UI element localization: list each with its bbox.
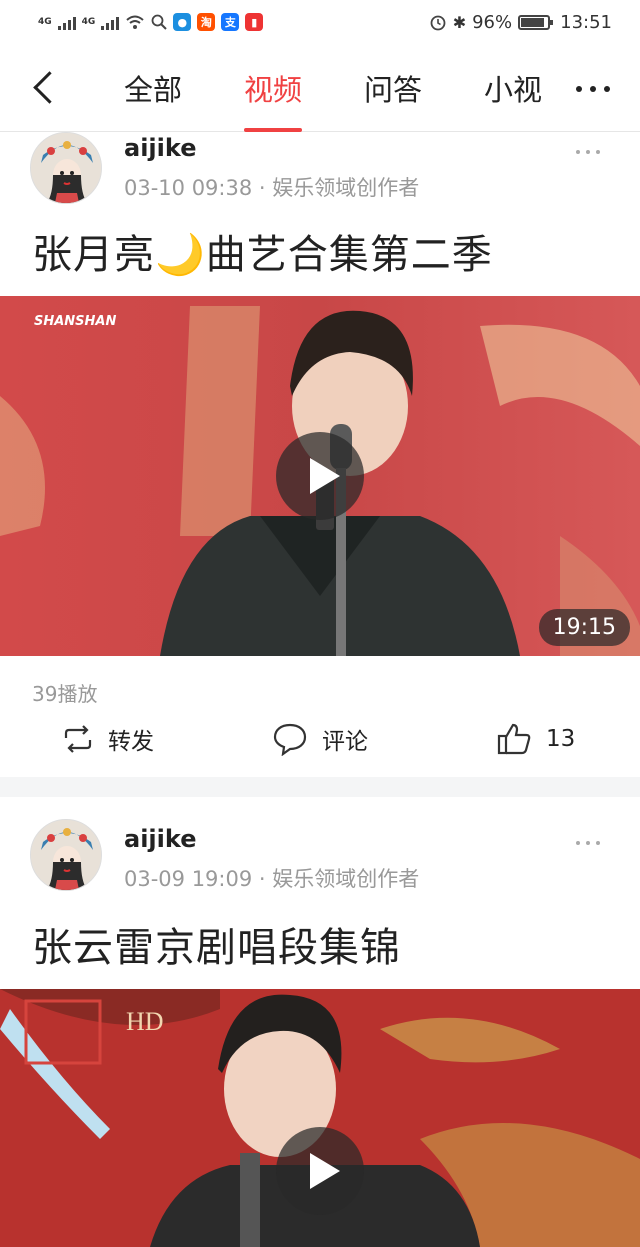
post-more-icon[interactable] — [576, 841, 600, 845]
share-icon — [64, 725, 92, 753]
video-watermark: SHANSHAN — [34, 314, 117, 329]
back-chevron-icon[interactable] — [24, 66, 64, 110]
tab-all[interactable]: 全部 — [124, 44, 182, 132]
tab-short-video[interactable]: 小视 — [484, 44, 542, 132]
tab-qa[interactable]: 问答 — [364, 44, 422, 132]
comment-button[interactable]: 评论 — [272, 722, 368, 756]
play-count: 39播放 — [32, 682, 98, 706]
share-button[interactable]: 转发 — [62, 722, 154, 756]
alipay-app-icon: 支 — [221, 13, 240, 31]
post-date: 03-09 19:09 — [124, 867, 253, 891]
thumbs-up-icon — [497, 723, 531, 755]
taobao-app-icon: 淘 — [197, 13, 216, 31]
post-meta: 03-10 09:38 · 娱乐领域创作者 — [124, 172, 419, 202]
post-meta: 03-09 19:09 · 娱乐领域创作者 — [124, 863, 419, 893]
post-date: 03-10 09:38 — [124, 176, 253, 200]
battery-percent: 96% — [472, 11, 513, 33]
more-options-icon[interactable] — [576, 86, 610, 92]
post-header: aijike 03-09 19:09 · 娱乐领域创作者 — [0, 797, 640, 891]
book-app-icon: ▮ — [245, 13, 264, 31]
play-icon[interactable] — [276, 1127, 364, 1215]
post-title[interactable]: 张云雷京剧唱段集锦 — [32, 915, 401, 973]
comment-label: 评论 — [322, 729, 368, 755]
post-title[interactable]: 张月亮🌙曲艺合集第二季 — [32, 222, 493, 280]
comment-icon — [273, 723, 307, 756]
creator-role: 娱乐领域创作者 — [272, 176, 420, 200]
like-button[interactable]: 13 — [496, 722, 575, 756]
share-label: 转发 — [108, 729, 154, 755]
post-header: aijike 03-10 09:38 · 娱乐领域创作者 — [0, 132, 640, 222]
creator-role: 娱乐领域创作者 — [272, 867, 420, 891]
username[interactable]: aijike — [124, 825, 196, 853]
meta-separator: · — [252, 867, 273, 891]
avatar[interactable] — [30, 132, 102, 204]
post-actions: 转发 评论 13 — [0, 712, 640, 772]
tab-video[interactable]: 视频 — [244, 44, 303, 132]
video-thumbnail[interactable]: HD — [0, 989, 640, 1247]
username[interactable]: aijike — [124, 134, 196, 162]
wifi-icon — [126, 15, 144, 29]
feed-card: aijike 03-09 19:09 · 娱乐领域创作者 张云雷京剧唱段集锦 H… — [0, 797, 640, 1247]
video-duration: 19:15 — [538, 609, 630, 646]
play-icon[interactable] — [276, 432, 364, 520]
video-thumbnail[interactable]: SHANSHAN 19:15 — [0, 296, 640, 656]
qq-app-icon: ● — [173, 13, 192, 31]
search-icon — [151, 14, 168, 30]
status-bar: 4G 4G ● 淘 支 ▮ ✱ 96% 13:51 — [0, 0, 640, 44]
clock: 13:51 — [560, 11, 612, 33]
avatar[interactable] — [30, 819, 102, 891]
signal-icon — [57, 14, 76, 30]
battery-icon — [518, 14, 554, 30]
signal-icon-2 — [101, 14, 120, 30]
like-count: 13 — [546, 726, 576, 752]
feed-card: aijike 03-10 09:38 · 娱乐领域创作者 张月亮🌙曲艺合集第二季… — [0, 132, 640, 777]
network-label-2: 4G — [81, 17, 96, 27]
top-nav: 全部 视频 问答 小视 — [0, 44, 640, 132]
post-more-icon[interactable] — [576, 150, 600, 154]
bluetooth-icon: ✱ — [452, 12, 467, 32]
network-label-1: 4G — [38, 17, 52, 27]
video-watermark: HD — [126, 1007, 164, 1036]
category-tabs: 全部 视频 问答 小视 — [124, 44, 554, 132]
alarm-icon — [430, 15, 446, 31]
meta-separator: · — [252, 176, 273, 200]
